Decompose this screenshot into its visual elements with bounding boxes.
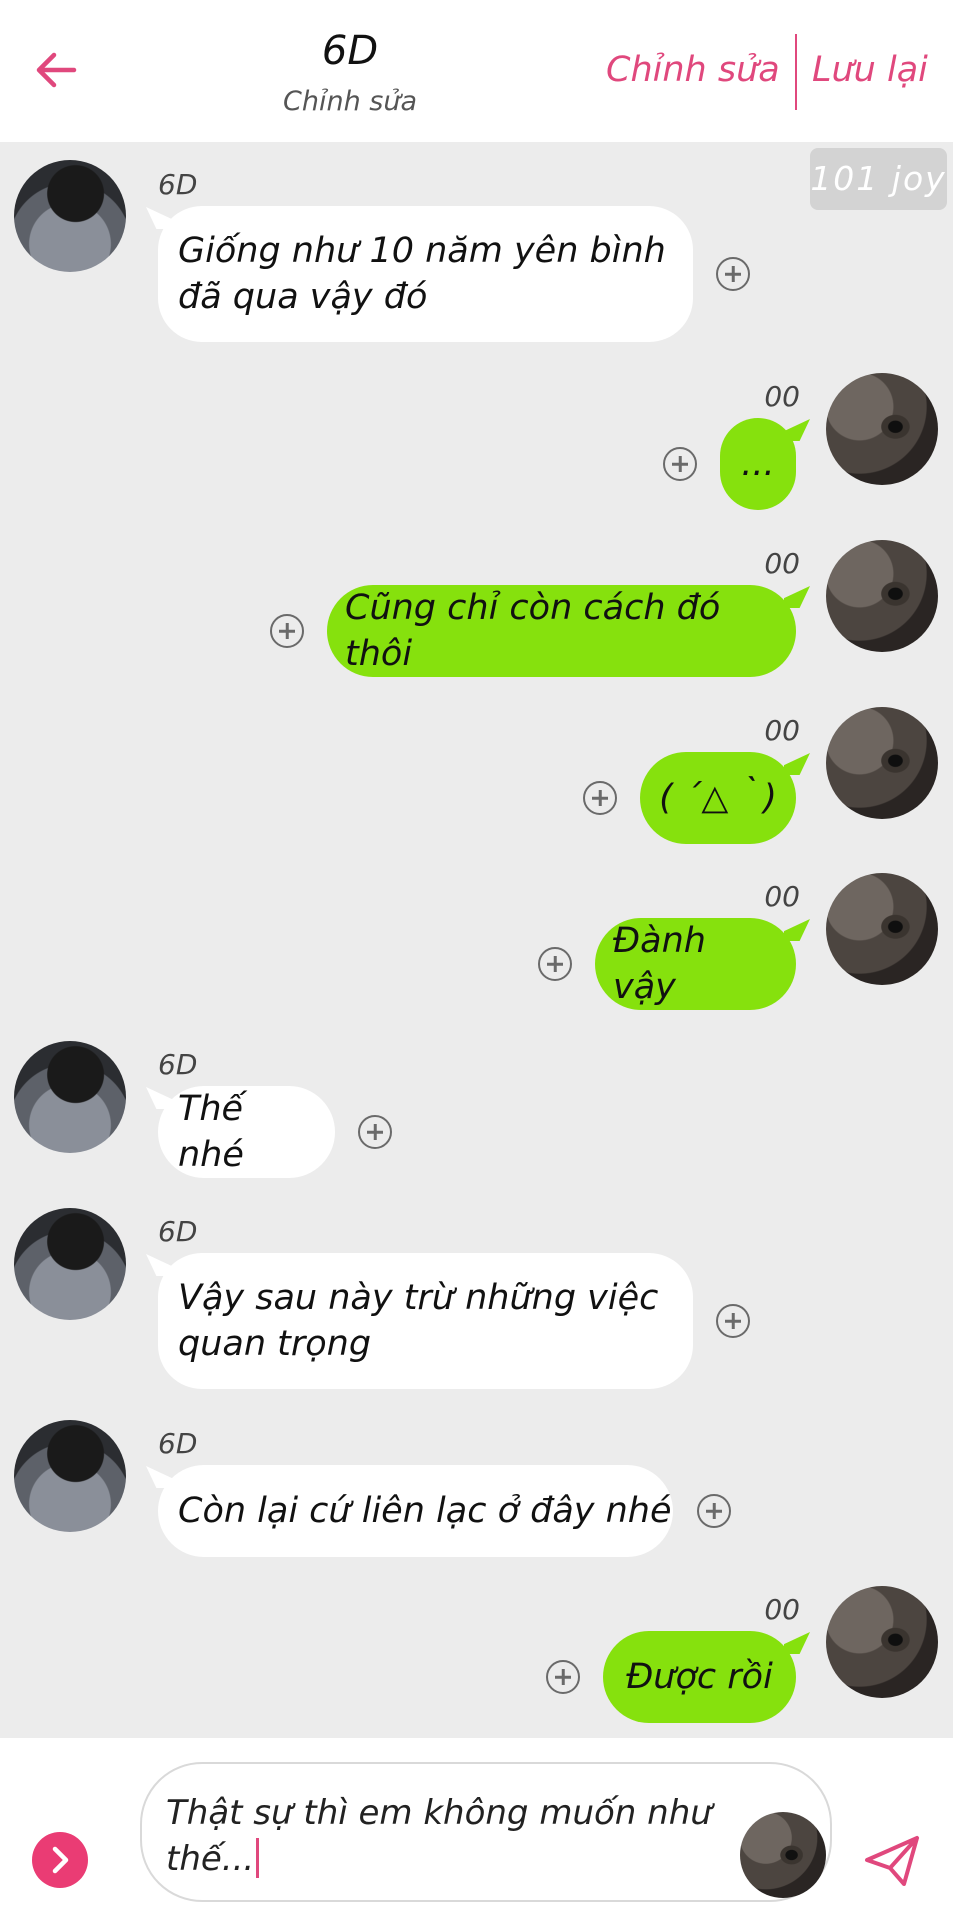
input-value: Thật sự thì em không muốn như thế... — [166, 1793, 712, 1879]
message-bubble[interactable]: ... — [720, 418, 796, 510]
message-bubble[interactable]: Giống như 10 năm yên bình đã qua vậy đó — [158, 206, 693, 342]
plus-circle-icon[interactable] — [583, 781, 617, 815]
message-bubble[interactable]: Cũng chỉ còn cách đó thôi — [327, 585, 796, 677]
watermark: 101 joy — [810, 148, 947, 210]
sender-name: 00 — [764, 1593, 800, 1626]
avatar[interactable] — [826, 540, 938, 652]
edit-button[interactable]: Chỉnh sửa — [606, 50, 780, 90]
message-input[interactable]: Thật sự thì em không muốn như thế... — [140, 1762, 832, 1902]
send-button[interactable] — [862, 1832, 922, 1890]
message-input-text[interactable]: Thật sự thì em không muốn như thế... — [166, 1790, 726, 1882]
header-divider — [795, 34, 797, 110]
message-bubble[interactable]: Được rồi — [603, 1631, 796, 1723]
plus-circle-icon[interactable] — [270, 614, 304, 648]
message-bubble[interactable]: Đành vậy — [595, 918, 796, 1010]
chat-title: 6D — [321, 28, 379, 74]
sender-avatar[interactable] — [740, 1812, 826, 1898]
plus-circle-icon[interactable] — [538, 947, 572, 981]
header: 6D Chỉnh sửa Chỉnh sửa Lưu lại — [0, 0, 953, 142]
paper-plane-icon — [865, 1836, 919, 1886]
message-bubble[interactable]: Vậy sau này trừ những việc quan trọng — [158, 1253, 693, 1389]
chat-subtitle: Chỉnh sửa — [283, 86, 417, 117]
avatar[interactable] — [826, 1586, 938, 1698]
arrow-left-icon — [36, 52, 77, 88]
plus-circle-icon[interactable] — [697, 1494, 731, 1528]
save-button[interactable]: Lưu lại — [812, 50, 928, 90]
message-bubble[interactable]: Còn lại cứ liên lạc ở đây nhé — [158, 1465, 673, 1557]
text-caret — [256, 1838, 260, 1878]
sender-name: 6D — [158, 1215, 198, 1248]
avatar[interactable] — [826, 707, 938, 819]
back-button[interactable] — [30, 44, 82, 96]
message-bubble[interactable]: ( ´△｀) — [640, 752, 796, 844]
plus-circle-icon[interactable] — [663, 447, 697, 481]
avatar[interactable] — [826, 373, 938, 485]
sender-name: 00 — [764, 714, 800, 747]
sender-name: 6D — [158, 1427, 198, 1460]
sender-name: 6D — [158, 168, 198, 201]
sender-name: 00 — [764, 380, 800, 413]
plus-circle-icon[interactable] — [358, 1115, 392, 1149]
plus-circle-icon[interactable] — [716, 257, 750, 291]
sender-name: 00 — [764, 880, 800, 913]
plus-circle-icon[interactable] — [716, 1304, 750, 1338]
avatar[interactable] — [14, 160, 126, 272]
expand-button[interactable] — [32, 1832, 88, 1888]
avatar[interactable] — [826, 873, 938, 985]
plus-circle-icon[interactable] — [546, 1660, 580, 1694]
avatar[interactable] — [14, 1208, 126, 1320]
avatar[interactable] — [14, 1420, 126, 1532]
message-bubble[interactable]: Thế nhé — [158, 1086, 335, 1178]
sender-name: 6D — [158, 1048, 198, 1081]
sender-name: 00 — [764, 547, 800, 580]
avatar[interactable] — [14, 1041, 126, 1153]
chevron-right-icon — [52, 1846, 69, 1874]
